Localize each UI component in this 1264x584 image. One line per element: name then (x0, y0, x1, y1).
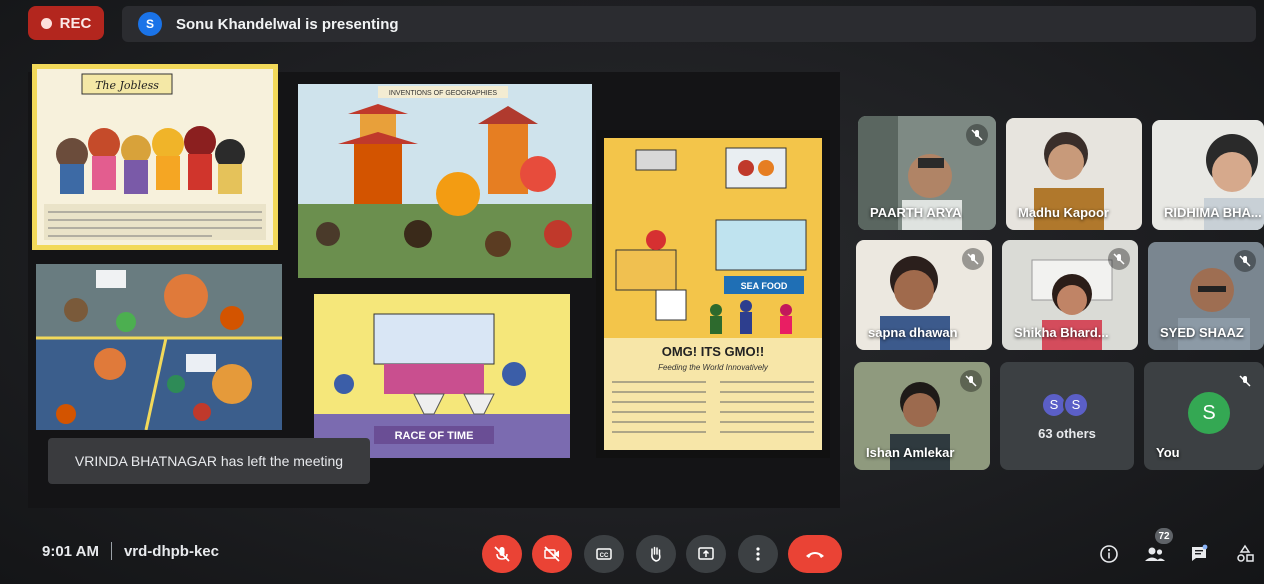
self-tile[interactable]: S You (1144, 362, 1264, 470)
slide-artwork-pagodas: INVENTIONS OF GEOGRAPHIES (298, 84, 592, 278)
race-title: RACE OF TIME (395, 430, 474, 442)
chat-icon (1192, 544, 1208, 561)
present-screen-icon (698, 547, 714, 560)
participant-tile[interactable]: SYED SHAAZ (1148, 242, 1264, 350)
participant-tile[interactable]: sapna dhawan (856, 240, 992, 350)
participant-name: PAARTH ARYA (870, 205, 962, 220)
others-avatars: S S (1041, 391, 1089, 418)
more-options-icon (756, 547, 760, 561)
more-options-button[interactable] (738, 535, 778, 573)
slide-artwork-gmo: SEA FOOD OMG! ITS GMO!! Feeding the Worl… (596, 130, 830, 458)
others-count-label: 63 others (1038, 425, 1096, 441)
divider (110, 542, 112, 560)
left-meeting-notification: VRINDA BHATNAGAR has left the meeting (48, 438, 370, 484)
mic-muted-icon (1234, 250, 1256, 272)
raise-hand-icon (651, 546, 661, 562)
participant-name: Shikha Bhard... (1014, 325, 1109, 340)
meeting-details-button[interactable] (1096, 541, 1122, 567)
participant-name: RIDHIMA BHA... (1164, 205, 1262, 220)
gmo-subtitle: Feeding the World Innovatively (658, 363, 769, 372)
participant-tile[interactable]: Shikha Bhard... (1002, 240, 1138, 350)
meet-screen: REC S Sonu Khandelwal is presenting The … (0, 0, 1264, 584)
pagoda-title: INVENTIONS OF GEOGRAPHIES (389, 90, 497, 97)
slide-artwork-race-of-time: RACE OF TIME (314, 294, 570, 458)
notification-text: VRINDA BHATNAGAR has left the meeting (74, 453, 344, 469)
svg-text:CC: CC (600, 553, 609, 559)
presenting-text: Sonu Khandelwal is presenting (176, 15, 399, 33)
end-call-icon (806, 552, 824, 558)
people-icon (1145, 547, 1165, 561)
captions-button[interactable]: CC (584, 535, 624, 573)
record-dot-icon (40, 17, 52, 29)
gmo-title: OMG! ITS GMO!! (662, 344, 765, 359)
chat-button[interactable] (1186, 541, 1212, 567)
camera-toggle-button[interactable] (532, 535, 572, 573)
slide-artwork-planets (36, 264, 282, 430)
mic-muted-icon (966, 124, 988, 146)
info-icon (1100, 545, 1118, 563)
presenter-avatar: S (138, 12, 162, 36)
mic-muted-icon (1234, 370, 1256, 392)
avatar: S (1063, 391, 1089, 418)
raise-hand-button[interactable] (636, 535, 676, 573)
activities-icon (1237, 544, 1254, 562)
jobless-title: The Jobless (95, 79, 159, 92)
participant-name: sapna dhawan (868, 325, 958, 340)
mic-muted-icon (962, 248, 984, 270)
activities-button[interactable] (1232, 541, 1258, 567)
seafood-label: SEA FOOD (741, 281, 788, 291)
recording-label: REC (59, 14, 92, 32)
meeting-time: 9:01 AM (42, 542, 99, 560)
captions-icon: CC (596, 548, 612, 560)
recording-indicator: REC (28, 6, 104, 40)
participant-tile[interactable]: PAARTH ARYA (858, 116, 996, 230)
people-button[interactable] (1142, 541, 1168, 567)
participant-name: Ishan Amlekar (866, 445, 955, 460)
participant-name: Madhu Kapoor (1018, 205, 1109, 220)
mic-off-icon (494, 546, 510, 562)
camera-off-icon (544, 546, 560, 562)
end-call-button[interactable] (788, 535, 842, 573)
presenting-banner[interactable]: S Sonu Khandelwal is presenting (122, 6, 1256, 42)
people-count-badge: 72 (1155, 528, 1173, 544)
meeting-code[interactable]: vrd-dhpb-kec (124, 543, 219, 560)
mic-muted-icon (960, 370, 982, 392)
participant-tile[interactable]: Ishan Amlekar (854, 362, 990, 470)
mic-muted-icon (1108, 248, 1130, 270)
self-avatar: S (1188, 392, 1230, 434)
participant-name: SYED SHAAZ (1160, 325, 1244, 340)
meeting-info: 9:01 AM vrd-dhpb-kec (42, 542, 219, 560)
participant-tile[interactable]: Madhu Kapoor (1006, 118, 1142, 230)
participant-tile[interactable]: RIDHIMA BHA... (1152, 120, 1264, 230)
mic-toggle-button[interactable] (482, 535, 522, 573)
slide-artwork-jobless: The Jobless (32, 64, 278, 250)
present-button[interactable] (686, 535, 726, 573)
others-tile[interactable]: S S 63 others (1000, 362, 1134, 470)
self-name: You (1156, 445, 1180, 460)
